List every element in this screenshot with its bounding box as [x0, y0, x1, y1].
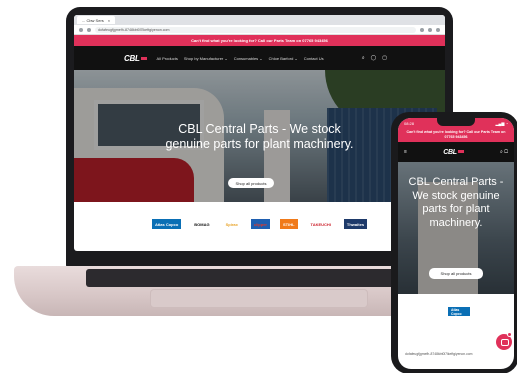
phone-announcement-text: Can't find what you're looking for? Call… [406, 130, 506, 139]
nav-item-shop-by-manufacturer[interactable]: Shop by Manufacturer ⌄ [184, 56, 228, 61]
browser-address-bar: dofafeugfjgmefh-8748kbt0l7lkeftgiyenon.c… [74, 25, 445, 35]
bookmark-icon[interactable] [428, 27, 432, 32]
cart-icon[interactable]: ▢ [382, 55, 387, 61]
main-nav: All Products Shop by Manufacturer ⌄ Cons… [157, 56, 324, 61]
laptop-screen: ... Cbw Sers × dofafeugfjgmefh-8748kbt0l… [74, 15, 445, 251]
brand-logo-clipper[interactable]: clipper [250, 219, 270, 229]
browser-tab-title: ... Cbw Sers [82, 17, 104, 23]
phone-screen: 08:28 ▂▄▆ ◔ Can't find what you're looki… [398, 118, 514, 369]
phone-hero-title: CBL Central Parts - We stock genuine par… [408, 176, 504, 229]
brand-logo-stihl[interactable]: STIHL [279, 219, 298, 229]
phone-site-header: ≡ CBL ⌕ ▢ [398, 142, 514, 162]
header-icons: ⌕ ◯ ▢ [362, 55, 387, 61]
laptop-trackpad [150, 289, 368, 308]
brand-logo-atlas-copco[interactable]: Atlas Copco [151, 219, 182, 229]
browser-tab-bar: ... Cbw Sers × [74, 15, 445, 25]
hero-banner: CBL Central Parts - We stock genuine par… [74, 70, 445, 202]
account-icon[interactable]: ◯ [371, 55, 377, 61]
hero-title: CBL Central Parts - We stock genuine par… [165, 122, 354, 151]
brand-logo-strip: Atlas Copco BOMAG Spirax clipper STIHL T… [74, 202, 445, 246]
laptop-keyboard [86, 269, 431, 287]
phone-header-icons: ⌕ ▢ [500, 149, 508, 155]
reload-icon[interactable] [87, 27, 91, 32]
phone-url-bar[interactable]: dofafeugfjgmefh-8748kbt0l7lkeftgiyenon.c… [405, 352, 505, 356]
url-field[interactable]: dofafeugfjgmefh-8748kbt0l7lkeftgiyenon.c… [95, 26, 416, 33]
search-icon[interactable]: ⌕ [362, 55, 365, 61]
announcement-text: Can't find what you're looking for? Call… [191, 38, 328, 43]
chat-notification-badge [507, 332, 512, 337]
menu-icon[interactable]: ≡ [404, 149, 407, 155]
brand-logo-takeuchi[interactable]: TAKEUCHI [308, 219, 334, 229]
announcement-bar: Can't find what you're looking for? Call… [74, 35, 445, 46]
phone-notch [437, 118, 475, 126]
device-mockup-stage: ... Cbw Sers × dofafeugfjgmefh-8748kbt0l… [0, 0, 517, 373]
share-icon[interactable] [420, 27, 424, 32]
phone-announcement-bar: Can't find what you're looking for? Call… [398, 128, 514, 142]
nav-item-chloe-barford[interactable]: Chloe Barford ⌄ [269, 56, 298, 61]
back-icon[interactable] [79, 27, 83, 32]
nav-item-contact-us[interactable]: Contact Us [304, 56, 324, 61]
phone-brand-logo-atlas-copco[interactable]: Atlas Copco [448, 307, 470, 316]
url-text: dofafeugfjgmefh-8748kbt0l7lkeftgiyenon.c… [98, 27, 170, 32]
tab-close-icon[interactable]: × [108, 18, 110, 23]
phone-hero-banner: CBL Central Parts - We stock genuine par… [398, 162, 514, 294]
cbl-logo[interactable]: CBL [124, 54, 147, 63]
brand-logo-spirax[interactable]: Spirax [223, 219, 241, 229]
status-time: 08:28 [404, 120, 415, 126]
nav-item-all-products[interactable]: All Products [157, 56, 178, 61]
brand-logo-bomag[interactable]: BOMAG [191, 219, 212, 229]
search-icon[interactable]: ⌕ [500, 149, 503, 155]
cart-icon[interactable]: ▢ [504, 149, 508, 155]
brand-logo-thwaites[interactable]: Thwaites [343, 219, 368, 229]
status-icons: ▂▄▆ ◔ [495, 120, 508, 126]
phone-shop-all-products-button[interactable]: Shop all products [429, 268, 483, 279]
extensions-icon[interactable] [436, 27, 440, 32]
site-header: CBL All Products Shop by Manufacturer ⌄ … [74, 46, 445, 70]
nav-item-consumables[interactable]: Consumables ⌄ [234, 56, 263, 61]
browser-tab[interactable]: ... Cbw Sers × [77, 16, 116, 24]
phone-cbl-logo[interactable]: CBL [443, 149, 464, 156]
shop-all-products-button[interactable]: Shop all products [228, 178, 274, 188]
